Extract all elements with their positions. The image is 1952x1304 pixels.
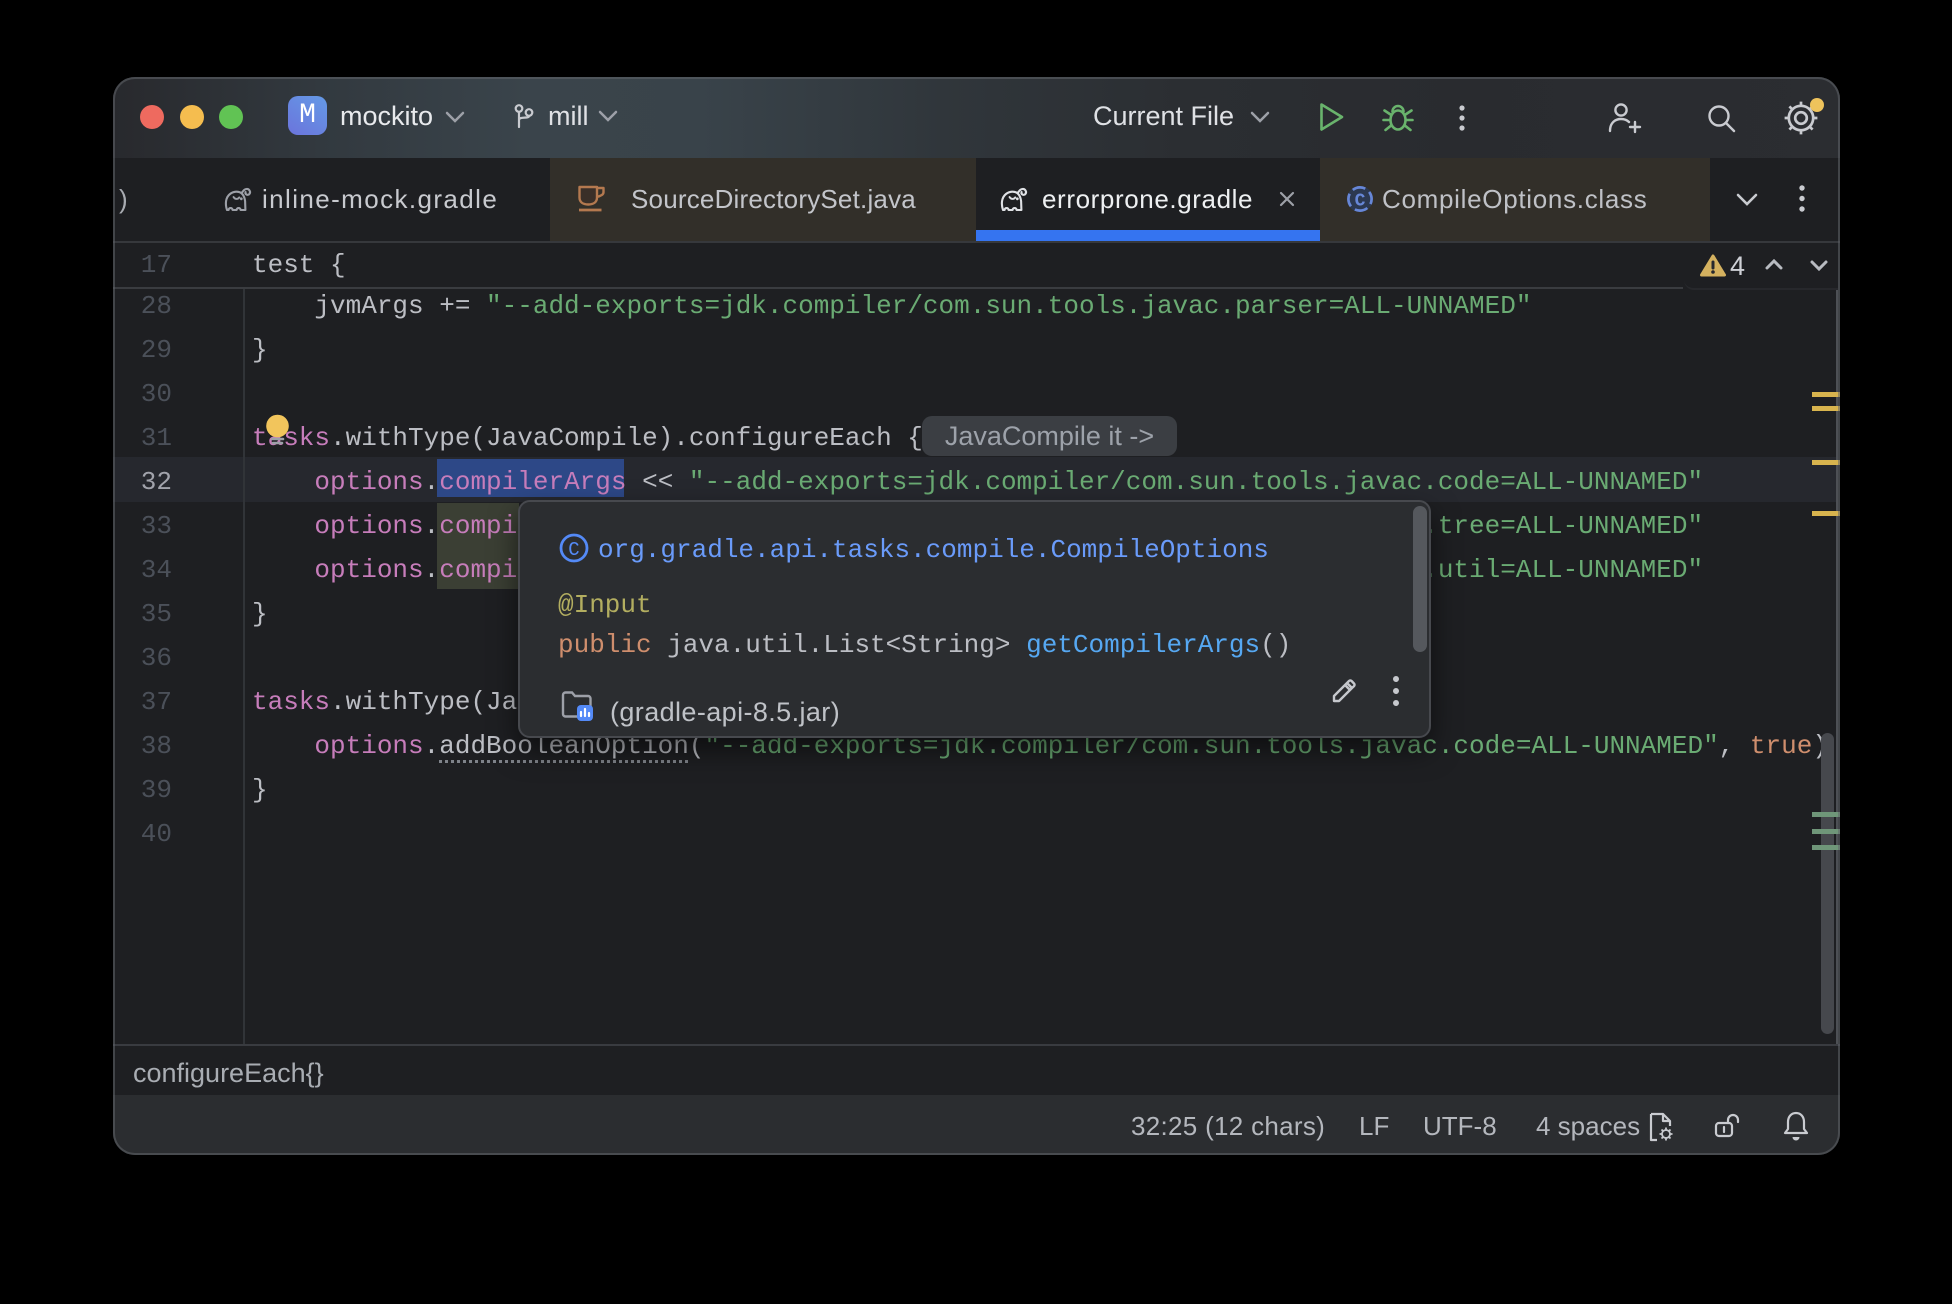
svg-text:C: C [1355,192,1366,212]
svg-text:C: C [568,539,579,561]
